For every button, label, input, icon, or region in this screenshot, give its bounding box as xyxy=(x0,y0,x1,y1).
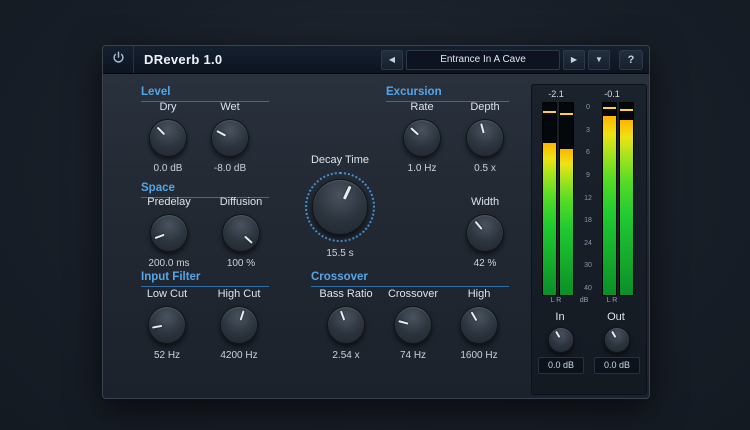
depth-value: 0.5 x xyxy=(474,163,496,174)
diffusion-value: 100 % xyxy=(226,258,256,269)
out-peak-readout: -0.1 xyxy=(604,89,620,99)
width-knob-group: Width 42 % xyxy=(453,196,517,269)
power-icon xyxy=(112,50,125,69)
bass-ratio-knob[interactable] xyxy=(327,306,365,344)
preset-prev-button[interactable]: ◀ xyxy=(381,49,403,70)
desktop-background: DReverb 1.0 ◀ Entrance In A Cave ▶ ▼ ? L… xyxy=(0,0,750,430)
width-knob[interactable] xyxy=(466,214,504,252)
predelay-label: Predelay xyxy=(147,196,191,208)
wet-knob-group: Wet -8.0 dB xyxy=(198,101,262,174)
high-cut-label: High Cut xyxy=(217,288,261,300)
meter-bar-in-right xyxy=(559,102,574,296)
db-label: dB xyxy=(579,297,589,304)
high-cut-knob[interactable] xyxy=(220,306,258,344)
meter-panel: -2.1 -0.1 0 3 6 9 12 18 24 30 40 L R dB … xyxy=(531,84,647,395)
plugin-title: DReverb 1.0 xyxy=(144,52,223,67)
predelay-knob[interactable] xyxy=(150,214,188,252)
section-header-crossover: Crossover xyxy=(311,271,509,287)
dry-label: Dry xyxy=(159,101,177,113)
section-header-excursion: Excursion xyxy=(386,86,509,102)
meter-bars: 0 3 6 9 12 18 24 30 40 xyxy=(542,102,634,296)
rate-knob[interactable] xyxy=(403,119,441,157)
rate-value: 1.0 Hz xyxy=(407,163,437,174)
high-cut-value: 4200 Hz xyxy=(220,350,258,361)
wet-label: Wet xyxy=(220,101,240,113)
help-button[interactable]: ? xyxy=(619,49,643,70)
bass-ratio-value: 2.54 x xyxy=(332,350,360,361)
low-cut-label: Low Cut xyxy=(146,288,188,300)
crossover-value: 74 Hz xyxy=(399,350,427,361)
meter-bar-in-left xyxy=(542,102,557,296)
preset-dropdown-button[interactable]: ▼ xyxy=(588,49,610,70)
plugin-window: DReverb 1.0 ◀ Entrance In A Cave ▶ ▼ ? L… xyxy=(102,45,650,399)
preset-selector[interactable]: Entrance In A Cave xyxy=(406,49,560,70)
bass-ratio-label: Bass Ratio xyxy=(319,288,373,300)
chevron-down-icon: ▼ xyxy=(595,55,603,64)
wet-value: -8.0 dB xyxy=(213,163,247,174)
section-header-level: Level xyxy=(141,86,269,102)
meter-footer: L R dB L R xyxy=(542,297,626,304)
high-knob-group: High 1600 Hz xyxy=(447,288,511,361)
diffusion-label: Diffusion xyxy=(219,196,263,208)
high-cut-knob-group: High Cut 4200 Hz xyxy=(207,288,271,361)
predelay-value: 200.0 ms xyxy=(148,258,190,269)
out-gain-value: 0.0 dB xyxy=(594,357,640,374)
depth-label: Depth xyxy=(470,101,500,113)
out-lr-label: L R xyxy=(606,297,618,304)
rate-knob-group: Rate 1.0 Hz xyxy=(390,101,454,174)
high-knob[interactable] xyxy=(460,306,498,344)
rate-label: Rate xyxy=(410,101,434,113)
decay-time-knob[interactable] xyxy=(312,179,368,235)
in-peak-readout: -2.1 xyxy=(548,89,564,99)
out-gain-knob[interactable] xyxy=(604,327,630,353)
in-gain-knob[interactable] xyxy=(548,327,574,353)
high-label: High xyxy=(467,288,491,300)
out-gain-label: Out xyxy=(607,311,625,323)
meter-bar-out-left xyxy=(602,102,617,296)
in-gain-label: In xyxy=(555,311,565,323)
wet-knob[interactable] xyxy=(211,119,249,157)
next-arrow-icon: ▶ xyxy=(570,55,578,64)
title-bar: DReverb 1.0 ◀ Entrance In A Cave ▶ ▼ ? xyxy=(103,46,649,74)
bass-ratio-knob-group: Bass Ratio 2.54 x xyxy=(314,288,378,361)
section-header-input-filter: Input Filter xyxy=(141,271,269,287)
in-lr-label: L R xyxy=(550,297,562,304)
diffusion-knob-group: Diffusion 100 % xyxy=(209,196,273,269)
depth-knob[interactable] xyxy=(466,119,504,157)
crossover-knob[interactable] xyxy=(394,306,432,344)
preset-next-button[interactable]: ▶ xyxy=(563,49,585,70)
power-button[interactable] xyxy=(103,46,134,73)
decay-time-label: Decay Time xyxy=(310,154,370,166)
meter-bar-out-right xyxy=(619,102,634,296)
decay-time-value: 15.5 s xyxy=(326,248,354,259)
dry-knob[interactable] xyxy=(149,119,187,157)
crossover-knob-group: Crossover 74 Hz xyxy=(381,288,445,361)
high-value: 1600 Hz xyxy=(460,350,498,361)
low-cut-knob[interactable] xyxy=(148,306,186,344)
meter-scale: 0 3 6 9 12 18 24 30 40 xyxy=(584,104,592,292)
low-cut-value: 52 Hz xyxy=(153,350,181,361)
prev-arrow-icon: ◀ xyxy=(388,55,396,64)
in-gain-value: 0.0 dB xyxy=(538,357,584,374)
crossover-label: Crossover xyxy=(387,288,439,300)
decay-time-knob-group: Decay Time 15.5 s xyxy=(290,154,390,259)
width-label: Width xyxy=(470,196,500,208)
depth-knob-group: Depth 0.5 x xyxy=(453,101,517,174)
dry-knob-group: Dry 0.0 dB xyxy=(136,101,200,174)
width-value: 42 % xyxy=(473,258,497,269)
preset-cluster: ◀ Entrance In A Cave ▶ ▼ ? xyxy=(381,49,643,70)
predelay-knob-group: Predelay 200.0 ms xyxy=(137,196,201,269)
low-cut-knob-group: Low Cut 52 Hz xyxy=(135,288,199,361)
decay-time-ring xyxy=(305,172,375,242)
dry-value: 0.0 dB xyxy=(153,163,183,174)
diffusion-knob[interactable] xyxy=(222,214,260,252)
